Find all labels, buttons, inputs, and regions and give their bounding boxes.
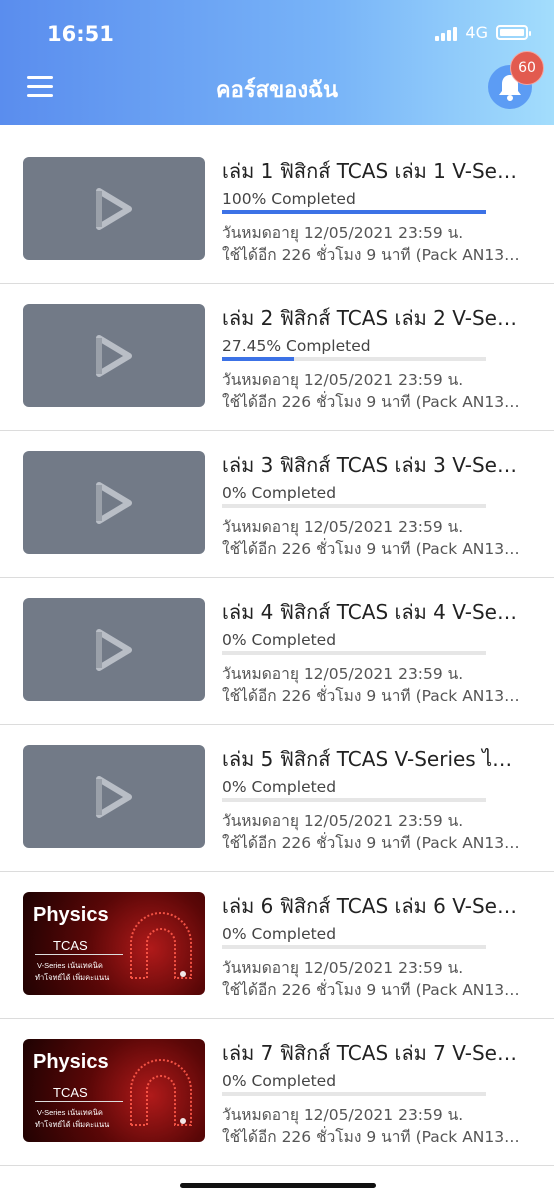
app-header: 16:51 4G คอร์สของฉัน 60 xyxy=(0,0,554,125)
course-title: เล่ม 1 ฟิสิกส์ TCAS เล่ม 1 V-Series xyxy=(222,159,524,183)
cover-tagline-2: ทำโจทย์ได้ เพิ่มคะแนน xyxy=(35,973,110,982)
cover-subtitle: TCAS xyxy=(53,938,88,953)
expiry-date: วันหมดอายุ 12/05/2021 23:59 น. xyxy=(222,812,464,830)
cover-tagline-2: ทำโจทย์ได้ เพิ่มคะแนน xyxy=(35,1120,110,1129)
progress-bar xyxy=(222,357,486,361)
home-indicator[interactable] xyxy=(180,1183,376,1188)
magnet-icon xyxy=(130,1059,192,1126)
page-title: คอร์สของฉัน xyxy=(215,78,339,103)
remaining-time: ใช้ได้อีก 226 ชั่วโมง 9 นาที (Pack AN139… xyxy=(222,834,524,852)
expiry-date: วันหมดอายุ 12/05/2021 23:59 น. xyxy=(222,224,464,242)
play-icon xyxy=(96,482,132,524)
course-thumbnail: Physics TCAS V-Series เน้นเทคนิคทำโจทย์ได้… xyxy=(23,892,205,995)
course-title: เล่ม 2 ฟิสิกส์ TCAS เล่ม 2 V-Series xyxy=(222,306,524,330)
progress-bar xyxy=(222,798,486,802)
course-item[interactable]: Physics TCAS V-Series เน้นเทคนิคทำโจทย์ได้… xyxy=(0,872,554,1019)
progress-label: 0% Completed xyxy=(222,484,337,502)
cover-subtitle: TCAS xyxy=(53,1085,88,1100)
magnet-icon xyxy=(130,912,192,979)
progress-bar xyxy=(222,1092,486,1096)
progress-bar xyxy=(222,210,486,214)
notification-button[interactable]: 60 xyxy=(488,51,544,109)
course-thumbnail: Physics TCAS V-Series เน้นเทคนิคทำโจทย์ได้… xyxy=(23,1039,205,1142)
course-title: เล่ม 4 ฟิสิกส์ TCAS เล่ม 4 V-Series xyxy=(222,600,524,624)
progress-label: 0% Completed xyxy=(222,1072,337,1090)
course-item[interactable]: เล่ม 2 ฟิสิกส์ TCAS เล่ม 2 V-Series 27.4… xyxy=(0,284,554,431)
course-list: เล่ม 1 ฟิสิกส์ TCAS เล่ม 1 V-Series 100%… xyxy=(0,137,554,1166)
progress-label: 0% Completed xyxy=(222,631,337,649)
progress-bar xyxy=(222,651,486,655)
cover-tagline-1: V-Series เน้นเทคนิค xyxy=(37,961,103,970)
course-item[interactable]: Physics TCAS V-Series เน้นเทคนิคทำโจทย์ได้… xyxy=(0,1019,554,1166)
expiry-date: วันหมดอายุ 12/05/2021 23:59 น. xyxy=(222,959,464,977)
course-title: เล่ม 6 ฟิสิกส์ TCAS เล่ม 6 V-Series xyxy=(222,894,524,918)
play-icon xyxy=(96,335,132,377)
status-indicators: 4G xyxy=(435,23,531,42)
course-thumbnail xyxy=(23,598,205,701)
course-thumbnail xyxy=(23,157,205,260)
course-item[interactable]: เล่ม 4 ฟิสิกส์ TCAS เล่ม 4 V-Series 0% C… xyxy=(0,578,554,725)
remaining-time: ใช้ได้อีก 226 ชั่วโมง 9 นาที (Pack AN139… xyxy=(222,1128,524,1146)
course-title: เล่ม 7 ฟิสิกส์ TCAS เล่ม 7 V-Series xyxy=(222,1041,524,1065)
course-thumbnail xyxy=(23,451,205,554)
battery-icon xyxy=(496,25,531,40)
expiry-date: วันหมดอายุ 12/05/2021 23:59 น. xyxy=(222,371,464,389)
signal-icon xyxy=(435,25,459,41)
play-icon xyxy=(96,629,132,671)
progress-label: 0% Completed xyxy=(222,778,337,796)
remaining-time: ใช้ได้อีก 226 ชั่วโมง 9 นาที (Pack AN139… xyxy=(222,981,524,999)
progress-bar xyxy=(222,945,486,949)
cover-title: Physics xyxy=(33,904,109,926)
progress-label: 27.45% Completed xyxy=(222,337,371,355)
notification-badge: 60 xyxy=(510,51,544,85)
cover-tagline-1: V-Series เน้นเทคนิค xyxy=(37,1108,103,1117)
remaining-time: ใช้ได้อีก 226 ชั่วโมง 9 นาที (Pack AN139… xyxy=(222,540,524,558)
expiry-date: วันหมดอายุ 12/05/2021 23:59 น. xyxy=(222,665,464,683)
course-thumbnail xyxy=(23,304,205,407)
course-title: เล่ม 3 ฟิสิกส์ TCAS เล่ม 3 V-Series xyxy=(222,453,524,477)
remaining-time: ใช้ได้อีก 226 ชั่วโมง 9 นาที (Pack AN139… xyxy=(222,246,524,264)
network-type: 4G xyxy=(465,23,488,42)
course-title: เล่ม 5 ฟิสิกส์ TCAS V-Series ไฟฟ้า xyxy=(222,747,524,771)
progress-label: 0% Completed xyxy=(222,925,337,943)
progress-bar xyxy=(222,504,486,508)
course-item[interactable]: เล่ม 5 ฟิสิกส์ TCAS V-Series ไฟฟ้า 0% Co… xyxy=(0,725,554,872)
progress-label: 100% Completed xyxy=(222,190,356,208)
course-thumbnail xyxy=(23,745,205,848)
play-icon xyxy=(96,776,132,818)
remaining-time: ใช้ได้อีก 226 ชั่วโมง 9 นาที (Pack AN139… xyxy=(222,393,524,411)
play-icon xyxy=(96,188,132,230)
expiry-date: วันหมดอายุ 12/05/2021 23:59 น. xyxy=(222,518,464,536)
cover-title: Physics xyxy=(33,1051,109,1073)
status-time: 16:51 xyxy=(47,22,114,46)
expiry-date: วันหมดอายุ 12/05/2021 23:59 น. xyxy=(222,1106,464,1124)
remaining-time: ใช้ได้อีก 226 ชั่วโมง 9 นาที (Pack AN139… xyxy=(222,687,524,705)
course-item[interactable]: เล่ม 1 ฟิสิกส์ TCAS เล่ม 1 V-Series 100%… xyxy=(0,137,554,284)
course-item[interactable]: เล่ม 3 ฟิสิกส์ TCAS เล่ม 3 V-Series 0% C… xyxy=(0,431,554,578)
